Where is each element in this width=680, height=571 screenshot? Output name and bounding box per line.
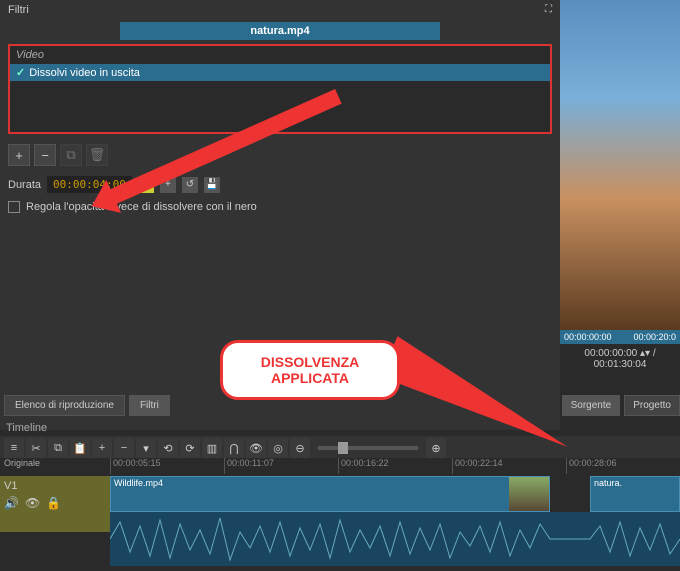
- popup-panel-icon[interactable]: ⛶: [545, 4, 552, 16]
- target-button[interactable]: ◎: [268, 438, 288, 458]
- filter-item-dissolve-out[interactable]: ✓ Dissolvi video in uscita: [10, 64, 550, 81]
- speaker-icon[interactable]: 🔊: [4, 496, 19, 510]
- filter-toolbar: + − ⧉ 🗑: [0, 138, 560, 172]
- stepper-icon[interactable]: ▴▾: [640, 348, 650, 359]
- tick: 00:00:22:14: [452, 458, 566, 474]
- clip-thumbnail: [509, 477, 549, 512]
- add-button[interactable]: +: [92, 438, 112, 458]
- opacity-checkbox-label: Regola l'opacità invece di dissolvere co…: [26, 201, 257, 213]
- paste-button[interactable]: 📋: [70, 438, 90, 458]
- current-time[interactable]: 00:00:00:00: [584, 348, 637, 359]
- tab-playlist[interactable]: Elenco di riproduzione: [4, 395, 125, 416]
- delete-filter-button[interactable]: 🗑: [86, 144, 108, 166]
- preview-time-end: 00:00:20:0: [633, 332, 676, 342]
- tick: 00:00:05:15: [110, 458, 224, 474]
- annotation-callout: DISSOLVENZA APPLICATA: [220, 340, 400, 400]
- preview-time-ruler[interactable]: 00:00:00:00 00:00:20:0: [560, 330, 680, 344]
- clip-natura[interactable]: natura.: [590, 476, 680, 512]
- eye-icon[interactable]: 👁: [25, 496, 40, 510]
- callout-line2: APPLICATA: [261, 370, 360, 386]
- columns-button[interactable]: ▥: [202, 438, 222, 458]
- clip-wildlife[interactable]: Wildlife.mp4: [110, 476, 550, 512]
- undo-button[interactable]: ⟲: [158, 438, 178, 458]
- ruler-ticks[interactable]: 00:00:05:15 00:00:11:07 00:00:16:22 00:0…: [110, 458, 680, 474]
- tab-filters[interactable]: Filtri: [129, 395, 170, 416]
- tick: 00:00:11:07: [224, 458, 338, 474]
- filter-item-label: Dissolvi video in uscita: [29, 67, 140, 79]
- copy-filter-button[interactable]: ⧉: [60, 144, 82, 166]
- ruler-label: Originale: [4, 458, 40, 468]
- cut-button[interactable]: ✂: [26, 438, 46, 458]
- snap-button[interactable]: ⋂: [224, 438, 244, 458]
- filters-panel-title: Filtri: [8, 4, 29, 16]
- clip-name-bar: natura.mp4: [120, 22, 440, 40]
- duration-reset-button[interactable]: ↺: [182, 177, 198, 193]
- duration-label: Durata: [8, 179, 41, 191]
- filter-group-video: Video: [10, 46, 550, 64]
- callout-line1: DISSOLVENZA: [261, 354, 360, 370]
- preview-time-start: 00:00:00:00: [564, 332, 612, 342]
- lock-icon[interactable]: 🔒: [46, 496, 61, 510]
- redo-button[interactable]: ⟳: [180, 438, 200, 458]
- opacity-checkbox[interactable]: [8, 201, 20, 213]
- track-label: V1: [4, 480, 106, 492]
- zoom-in-button[interactable]: ⊕: [426, 438, 446, 458]
- zoom-out-button[interactable]: ⊖: [290, 438, 310, 458]
- remove-button[interactable]: −: [114, 438, 134, 458]
- copy-button[interactable]: ⧉: [48, 438, 68, 458]
- menu-button[interactable]: ≡: [4, 438, 24, 458]
- add-filter-button[interactable]: +: [8, 144, 30, 166]
- tick: 00:00:28:06: [566, 458, 680, 474]
- duration-save-button[interactable]: 💾: [204, 177, 220, 193]
- clip-label: Wildlife.mp4: [114, 478, 163, 488]
- video-preview[interactable]: [560, 0, 680, 330]
- timeline-toolbar: ≡ ✂ ⧉ 📋 + − ▾ ⟲ ⟳ ▥ ⋂ 👁 ◎ ⊖ ⊕: [0, 436, 680, 460]
- check-icon: ✓: [16, 66, 25, 79]
- zoom-slider[interactable]: [318, 446, 418, 450]
- tab-project[interactable]: Progetto: [624, 395, 680, 416]
- visibility-button[interactable]: 👁: [246, 438, 266, 458]
- clip-label: natura.: [594, 478, 622, 488]
- remove-filter-button[interactable]: −: [34, 144, 56, 166]
- tick: 00:00:16:22: [338, 458, 452, 474]
- dropdown-button[interactable]: ▾: [136, 438, 156, 458]
- audio-waveform[interactable]: [110, 512, 680, 566]
- track-v1-head[interactable]: V1 🔊 👁 🔒: [0, 476, 110, 532]
